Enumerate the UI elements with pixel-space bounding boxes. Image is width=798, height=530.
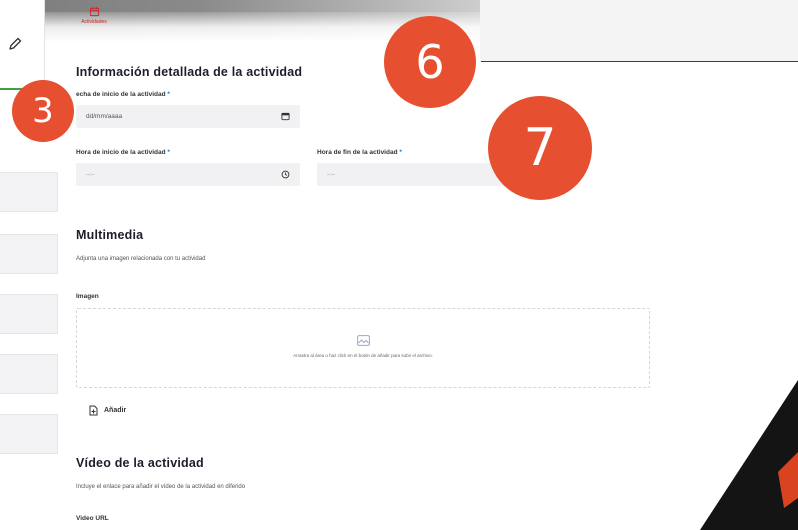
section-title-details: Información detallada de la actividad <box>76 65 303 79</box>
add-button[interactable]: Añadir <box>89 405 126 416</box>
sidebar-item[interactable] <box>0 354 58 394</box>
section-title-video: Vídeo de la actividad <box>76 456 204 470</box>
sidebar-item[interactable] <box>0 234 58 274</box>
clock-icon[interactable] <box>281 170 290 179</box>
start-time-label: Hora de inicio de la actividad * <box>76 149 170 156</box>
file-add-icon <box>89 405 98 416</box>
step-badge-3: 3 <box>12 80 74 142</box>
tab-label: Actividades <box>81 19 107 25</box>
start-time-placeholder: --:-- <box>86 171 95 178</box>
header-divider <box>481 61 798 62</box>
header-right-area <box>480 0 798 62</box>
brand-corner-graphic <box>700 380 798 530</box>
dropzone-text: Arrastra al área o haz click en el botón… <box>293 353 433 358</box>
image-icon <box>357 335 370 346</box>
sidebar-item[interactable] <box>0 172 58 212</box>
calendar-icon <box>89 6 99 17</box>
image-label: Imagen <box>76 293 99 300</box>
multimedia-subtitle: Adjunta una imagen relacionada con tu ac… <box>76 256 206 262</box>
left-panel-divider <box>44 0 45 90</box>
step-badge-6: 6 <box>384 16 476 108</box>
video-subtitle: Incluye el enlace para añadir el vídeo d… <box>76 484 246 490</box>
video-url-label: Video URL <box>76 515 109 522</box>
sidebar-item[interactable] <box>0 414 58 454</box>
pencil-icon[interactable] <box>7 36 23 52</box>
end-time-placeholder: --:-- <box>327 171 336 178</box>
sidebar-item[interactable] <box>0 294 58 334</box>
end-time-label: Hora de fin de la actividad * <box>317 149 402 156</box>
end-time-input[interactable]: --:-- <box>317 163 507 186</box>
start-date-placeholder: dd/mm/aaaa <box>86 113 123 120</box>
image-dropzone[interactable]: Arrastra al área o haz click en el botón… <box>76 308 650 388</box>
calendar-icon[interactable] <box>281 112 290 121</box>
start-date-input[interactable]: dd/mm/aaaa <box>76 105 300 128</box>
start-date-label: echa de inicio de la actividad * <box>76 91 170 98</box>
add-button-label: Añadir <box>104 407 127 414</box>
section-title-multimedia: Multimedia <box>76 228 144 242</box>
step-badge-7: 7 <box>488 96 592 200</box>
start-time-input[interactable]: --:-- <box>76 163 300 186</box>
tab-actividades[interactable]: Actividades <box>70 6 118 25</box>
